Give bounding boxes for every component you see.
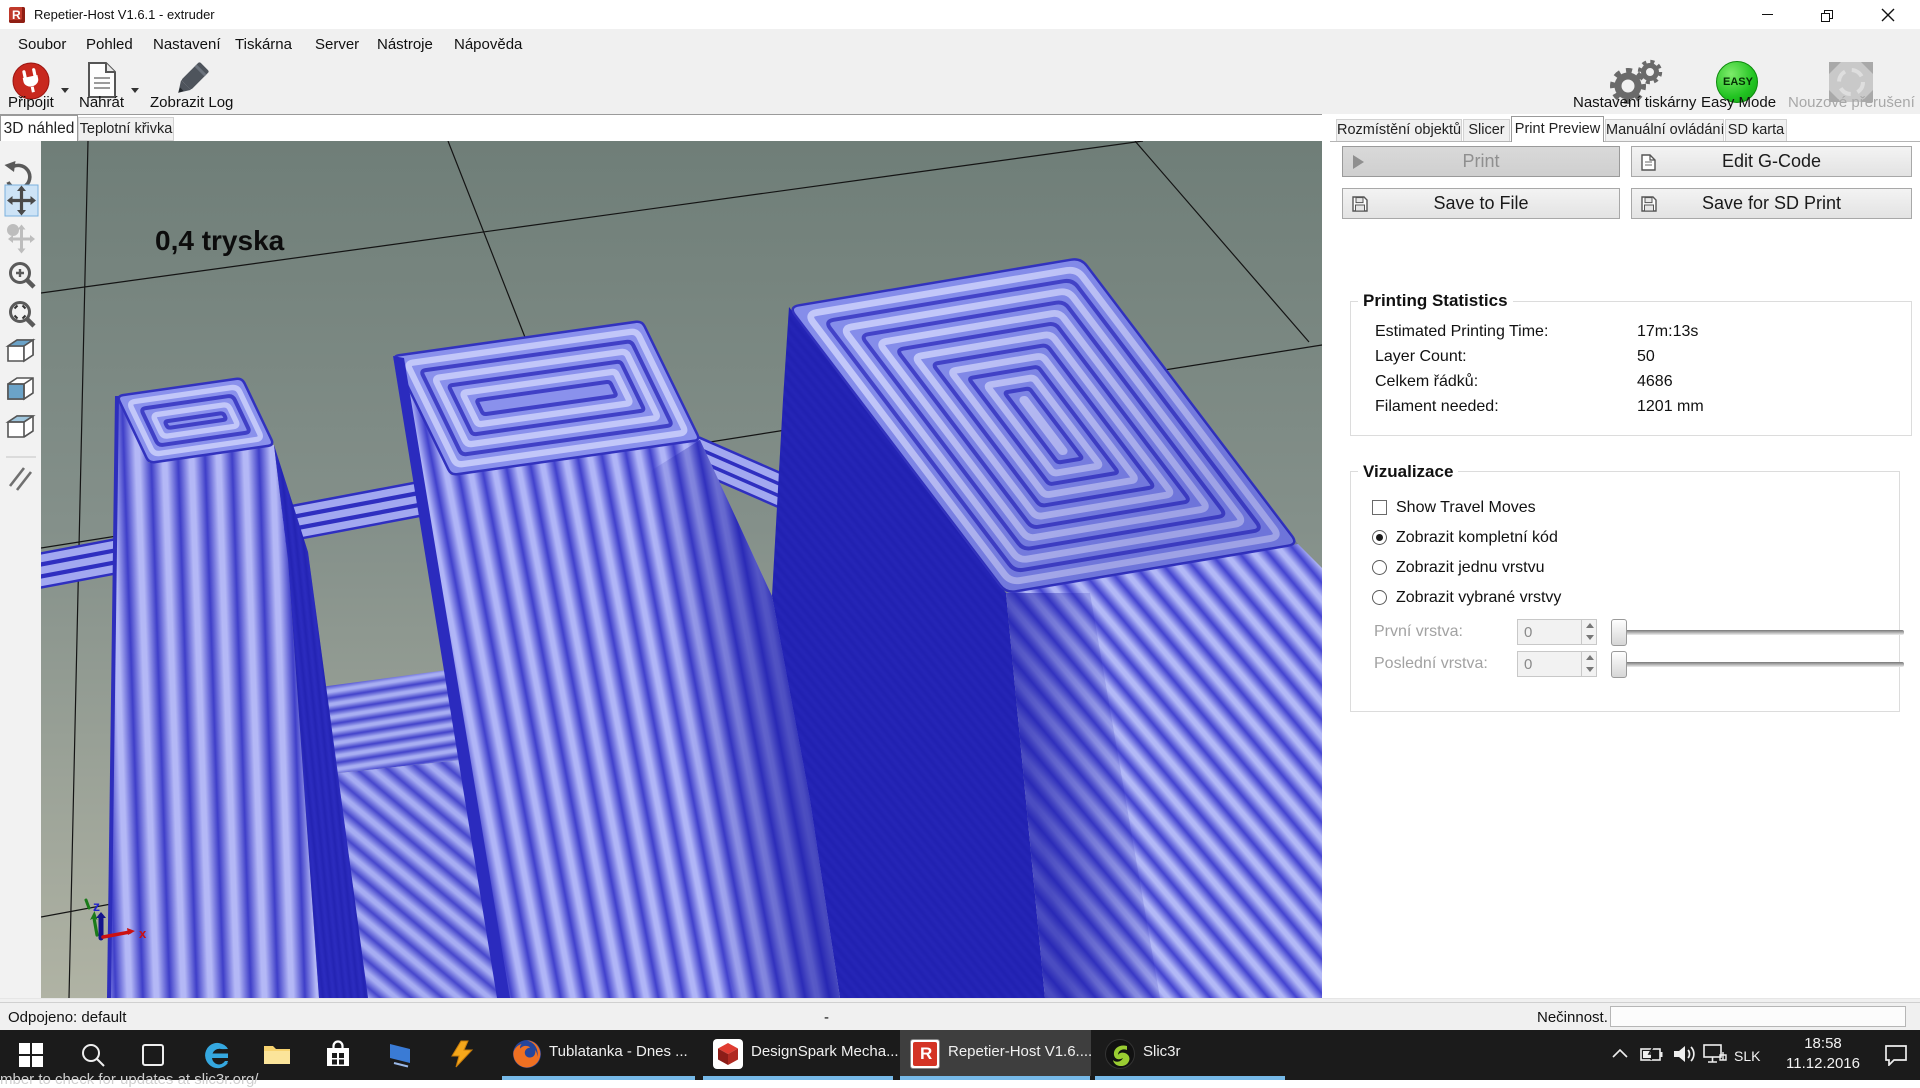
svg-text:x: x [139, 926, 147, 941]
svg-text:z: z [93, 898, 100, 914]
svg-text:0,4 tryska: 0,4 tryska [155, 225, 285, 256]
